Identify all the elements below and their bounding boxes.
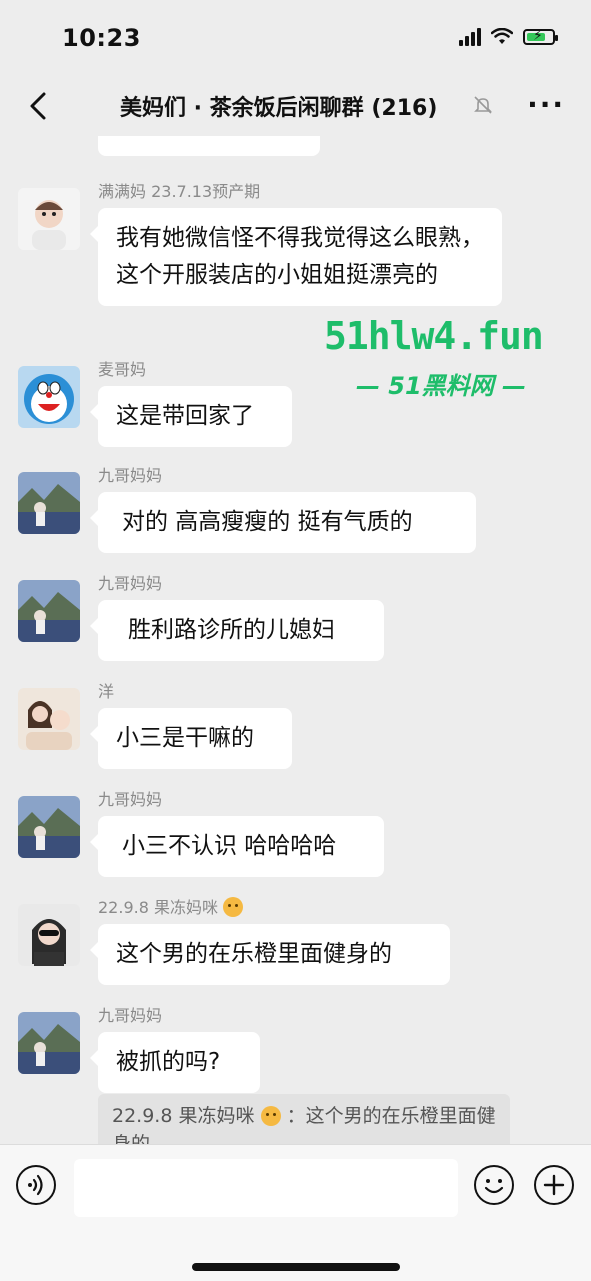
sender-name: 满满妈 23.7.13预产期: [98, 182, 261, 201]
woman-sunglasses-avatar[interactable]: [18, 904, 80, 966]
message-bubble[interactable]: 对的 高高瘦瘦的 挺有气质的: [90, 492, 476, 553]
landscape-avatar[interactable]: [18, 1012, 80, 1074]
sender-name: 洋: [98, 682, 115, 701]
face-emoji-icon: [223, 897, 244, 917]
smiley-icon: [484, 1179, 504, 1194]
message-input[interactable]: [74, 1159, 458, 1217]
plus-icon: [543, 1174, 565, 1196]
message-list[interactable]: 满满妈 23.7.13预产期 我有她微信怪不得我觉得这么眼熟，这个开服装店的小姐…: [0, 136, 591, 1144]
message-bubble[interactable]: 这是带回家了: [90, 386, 292, 447]
battery-icon: ⚡: [523, 28, 558, 45]
signal-icon: [459, 28, 481, 46]
message-bubble[interactable]: 被抓的吗?: [90, 1032, 260, 1093]
voice-button[interactable]: [16, 1165, 56, 1205]
message-bubble[interactable]: 我有她微信怪不得我觉得这么眼熟，这个开服装店的小姐姐挺漂亮的: [90, 208, 502, 306]
previous-message-bubble: [98, 136, 320, 156]
status-time: 10:23: [62, 24, 141, 52]
voice-icon: [28, 1174, 43, 1196]
message-bubble[interactable]: 这个男的在乐橙里面健身的: [90, 924, 450, 985]
emoji-button[interactable]: [474, 1165, 514, 1205]
home-indicator[interactable]: [192, 1263, 400, 1271]
sender-name: 九哥妈妈: [98, 1006, 163, 1025]
watermark-url: 51hlw4.fun: [324, 314, 544, 358]
sender-name: 九哥妈妈: [98, 790, 163, 809]
bell-off-icon: [474, 96, 492, 114]
status-bar: 10:23 ⚡: [0, 0, 591, 80]
chat-header: 美妈们 · 茶余饭后闲聊群 (216) ···: [0, 80, 591, 136]
sender-name: 麦哥妈: [98, 360, 147, 379]
wifi-icon: [491, 28, 513, 44]
chat-title: 美妈们 · 茶余饭后闲聊群 (216): [120, 96, 438, 121]
quoted-reply[interactable]: 22.9.8 果冻妈咪 ：这个男的在乐橙里面健身的: [98, 1094, 510, 1144]
message-bubble[interactable]: 胜利路诊所的儿媳妇: [90, 600, 384, 661]
landscape-avatar[interactable]: [18, 580, 80, 642]
message-bubble[interactable]: 小三不认识 哈哈哈哈: [90, 816, 384, 877]
plus-button[interactable]: [534, 1165, 574, 1205]
mother-child-avatar[interactable]: [18, 688, 80, 750]
back-button[interactable]: [20, 86, 56, 126]
quote-author: 22.9.8 果冻妈咪: [112, 1105, 255, 1127]
baby-avatar[interactable]: [18, 188, 80, 250]
message-bubble[interactable]: 小三是干嘛的: [90, 708, 292, 769]
more-button[interactable]: ···: [527, 88, 565, 121]
sender-name: 九哥妈妈: [98, 574, 163, 593]
face-emoji-icon: [260, 1106, 281, 1126]
chevron-left-icon: [30, 92, 46, 120]
watermark-site: — 51黑料网 —: [355, 372, 527, 400]
sender-name: 九哥妈妈: [98, 466, 163, 485]
landscape-avatar[interactable]: [18, 796, 80, 858]
input-bar: [0, 1144, 591, 1281]
sender-name: 22.9.8 果冻妈咪: [98, 894, 244, 918]
status-icons: ⚡: [459, 28, 558, 46]
landscape-avatar[interactable]: [18, 472, 80, 534]
sender-name-text: 22.9.8 果冻妈咪: [98, 898, 218, 917]
doraemon-avatar[interactable]: [18, 366, 80, 428]
